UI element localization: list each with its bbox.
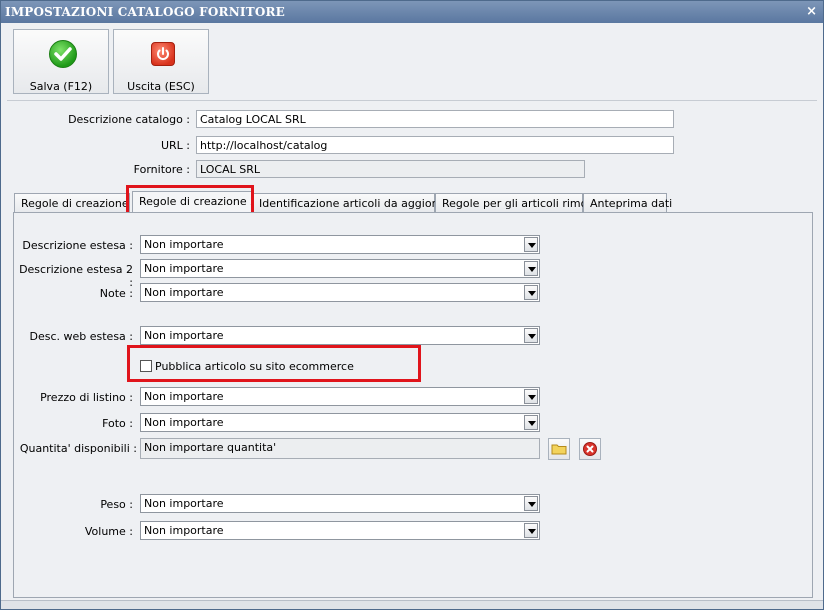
folder-button[interactable] — [548, 438, 570, 460]
volume-value: Non importare — [144, 524, 224, 537]
descrizione-estesa-2-label: Descrizione estesa 2 : — [19, 263, 133, 289]
tab-anteprima-dati[interactable]: Anteprima dati — [583, 193, 672, 212]
descrizione-catalogo-field[interactable]: Catalog LOCAL SRL — [196, 110, 674, 128]
exit-label: Uscita (ESC) — [127, 80, 195, 93]
foto-select[interactable]: Non importare — [140, 413, 540, 432]
url-field[interactable]: http://localhost/catalog — [196, 136, 674, 154]
volume-select[interactable]: Non importare — [140, 521, 540, 540]
close-icon[interactable]: × — [806, 4, 817, 19]
fornitore-label: Fornitore : — [133, 163, 190, 176]
descrizione-catalogo-label: Descrizione catalogo : — [68, 113, 190, 126]
window-title: IMPOSTAZIONI CATALOGO FORNITORE — [5, 5, 285, 19]
exit-button[interactable]: Uscita (ESC) — [113, 29, 209, 94]
tab-regole-creazione-1[interactable]: Regole di creazione 1 — [14, 193, 139, 212]
toolbar-divider — [7, 100, 817, 101]
save-button[interactable]: Salva (F12) — [13, 29, 109, 94]
chevron-down-icon[interactable] — [524, 261, 538, 276]
url-label: URL : — [160, 139, 190, 152]
chevron-down-icon[interactable] — [524, 328, 538, 343]
desc-web-estesa-value: Non importare — [144, 329, 224, 342]
chevron-down-icon[interactable] — [524, 523, 538, 538]
prezzo-listino-label: Prezzo di listino : — [40, 391, 133, 404]
descrizione-estesa-label: Descrizione estesa : — [22, 239, 133, 252]
chevron-down-icon[interactable] — [524, 496, 538, 511]
volume-label: Volume : — [84, 525, 133, 538]
chevron-down-icon[interactable] — [524, 237, 538, 252]
desc-web-estesa-select[interactable]: Non importare — [140, 326, 540, 345]
descrizione-estesa-2-value: Non importare — [144, 262, 224, 275]
chevron-down-icon[interactable] — [524, 285, 538, 300]
chevron-down-icon[interactable] — [524, 415, 538, 430]
note-label: Note : — [99, 287, 133, 300]
folder-icon — [551, 444, 567, 455]
title-bar: IMPOSTAZIONI CATALOGO FORNITORE × — [1, 1, 823, 23]
note-select[interactable]: Non importare — [140, 283, 540, 302]
pubblica-checkbox[interactable] — [140, 360, 152, 372]
peso-label: Peso : — [100, 498, 133, 511]
clear-button[interactable] — [579, 438, 601, 460]
delete-icon — [583, 442, 597, 456]
prezzo-listino-select[interactable]: Non importare — [140, 387, 540, 406]
status-bar — [1, 600, 823, 609]
power-icon — [151, 42, 175, 66]
peso-value: Non importare — [144, 497, 224, 510]
descrizione-estesa-value: Non importare — [144, 238, 224, 251]
tab-identificazione-articoli[interactable]: Identificazione articoli da aggiornare — [252, 193, 461, 212]
checkmark-icon — [49, 40, 77, 68]
foto-label: Foto : — [102, 417, 133, 430]
quantita-field: Non importare quantita' — [140, 438, 540, 459]
pubblica-label[interactable]: Pubblica articolo su sito ecommerce — [155, 360, 354, 373]
tab-regole-articoli-rimossi[interactable]: Regole per gli articoli rimossi — [435, 193, 602, 212]
prezzo-listino-value: Non importare — [144, 390, 224, 403]
foto-value: Non importare — [144, 416, 224, 429]
chevron-down-icon[interactable] — [524, 389, 538, 404]
settings-window: IMPOSTAZIONI CATALOGO FORNITORE × Salva … — [0, 0, 824, 610]
desc-web-estesa-label: Desc. web estesa : — [29, 330, 133, 343]
descrizione-estesa-select[interactable]: Non importare — [140, 235, 540, 254]
peso-select[interactable]: Non importare — [140, 494, 540, 513]
active-tab-highlight — [126, 185, 254, 215]
save-label: Salva (F12) — [29, 80, 93, 93]
note-value: Non importare — [144, 286, 224, 299]
descrizione-estesa-2-select[interactable]: Non importare — [140, 259, 540, 278]
fornitore-field: LOCAL SRL — [196, 160, 585, 178]
quantita-label: Quantita' disponibili : — [19, 442, 137, 455]
